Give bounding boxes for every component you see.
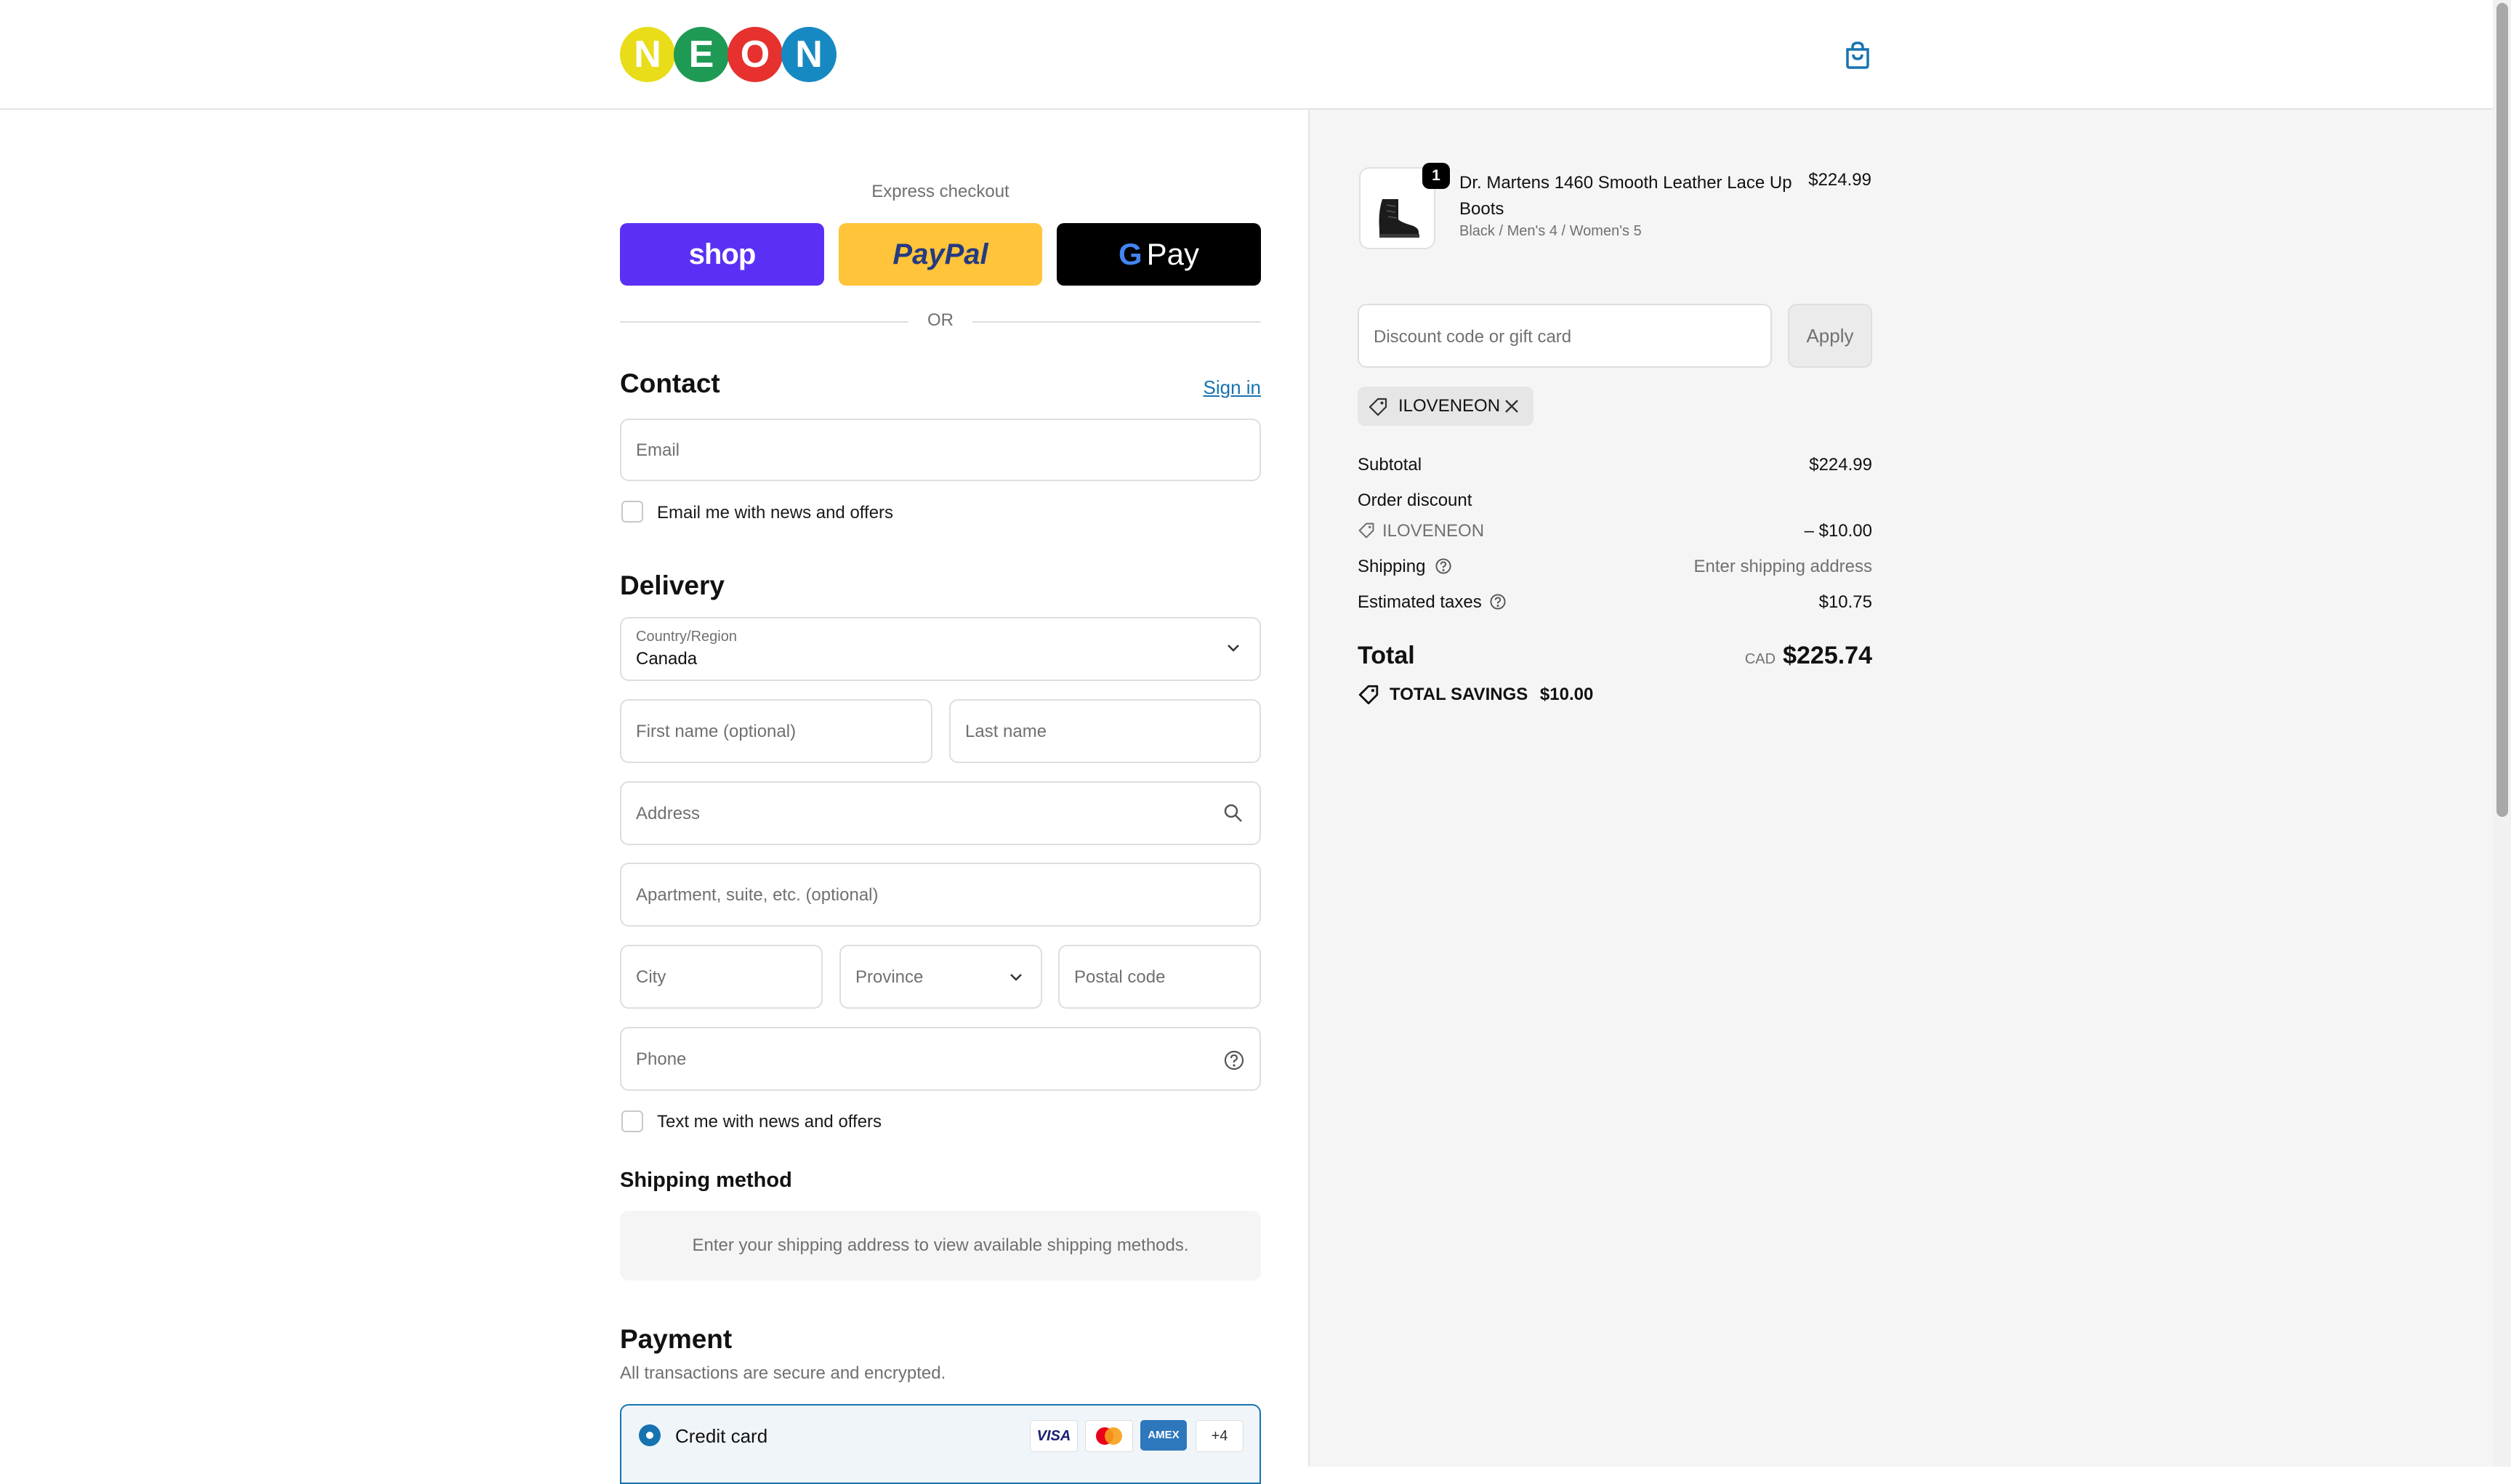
logo-letter: N <box>620 27 675 82</box>
phone-placeholder: Phone <box>636 1049 687 1069</box>
scrollbar-thumb[interactable] <box>2496 3 2508 817</box>
text-news-checkbox[interactable] <box>621 1110 643 1132</box>
currency-code: CAD <box>1744 651 1776 667</box>
taxes-label: Estimated taxes <box>1358 592 1482 612</box>
address-field[interactable]: Address <box>620 781 1261 845</box>
last-name-placeholder: Last name <box>965 722 1047 741</box>
order-discount-label: Order discount <box>1358 491 1472 510</box>
email-placeholder: Email <box>636 440 680 460</box>
postal-code-field[interactable]: Postal code <box>1058 945 1261 1009</box>
credit-card-label: Credit card <box>675 1425 768 1447</box>
total-value-group: CAD $225.74 <box>1654 642 1872 670</box>
amex-icon: AMEX <box>1140 1420 1187 1451</box>
apply-label: Apply <box>1806 325 1854 347</box>
product-name-line1: Dr. Martens 1460 Smooth Leather Lace Up <box>1459 173 1792 193</box>
mastercard-icon <box>1085 1420 1133 1452</box>
last-name-field[interactable]: Last name <box>949 699 1261 763</box>
country-value: Canada <box>636 649 698 669</box>
or-divider-label: OR <box>927 310 954 330</box>
product-name-line2: Boots <box>1459 199 1504 219</box>
product-variant: Black / Men's 4 / Women's 5 <box>1459 223 1642 239</box>
apartment-field[interactable]: Apartment, suite, etc. (optional) <box>620 863 1261 927</box>
text-news-label: Text me with news and offers <box>657 1112 882 1132</box>
credit-card-option[interactable]: Credit card VISA AMEX +4 <box>620 1404 1261 1484</box>
search-icon <box>1223 803 1244 823</box>
email-field[interactable]: Email <box>620 419 1261 481</box>
chevron-down-icon <box>1009 972 1023 983</box>
express-checkout-title: Express checkout <box>871 182 1009 201</box>
subtotal-label: Subtotal <box>1358 455 1422 475</box>
country-select[interactable]: Country/Region Canada <box>620 617 1261 681</box>
shipping-help-icon[interactable] <box>1435 557 1452 575</box>
savings-value: $10.00 <box>1539 685 1594 704</box>
shop-pay-button[interactable]: shop <box>620 223 824 286</box>
divider-left <box>620 321 908 323</box>
remove-discount-close-icon[interactable] <box>1503 398 1520 415</box>
sign-in-link[interactable]: Sign in <box>1163 376 1262 399</box>
subtotal-value: $224.99 <box>1809 455 1872 475</box>
product-name: Dr. Martens 1460 Smooth Leather Lace Up … <box>1459 170 1808 222</box>
shipping-label: Shipping <box>1358 557 1426 576</box>
first-name-placeholder: First name (optional) <box>636 722 797 741</box>
apply-button[interactable]: Apply <box>1788 304 1872 368</box>
applied-code-label: ILOVENEON <box>1398 396 1501 416</box>
discount-value: – $10.00 <box>1804 521 1872 541</box>
google-pay-button[interactable]: G Pay <box>1057 223 1261 286</box>
help-icon[interactable] <box>1223 1049 1245 1071</box>
payment-heading: Payment <box>620 1324 733 1354</box>
city-field[interactable]: City <box>620 945 823 1009</box>
cart-bag-icon[interactable] <box>1845 41 1871 70</box>
tag-icon <box>1368 397 1388 417</box>
shipping-method-notice-text: Enter your shipping address to view avai… <box>692 1235 1189 1255</box>
first-name-field[interactable]: First name (optional) <box>620 699 932 763</box>
paypal-label: PayPal <box>892 238 988 270</box>
savings-tag-icon <box>1358 684 1379 706</box>
logo-letter: E <box>674 27 729 82</box>
country-label: Country/Region <box>636 629 737 645</box>
paypal-button[interactable]: PayPal <box>839 223 1042 286</box>
taxes-help-icon[interactable] <box>1489 593 1507 610</box>
google-pay-label: Pay <box>1146 237 1200 271</box>
payment-subtitle: All transactions are secure and encrypte… <box>620 1363 946 1383</box>
delivery-heading: Delivery <box>620 570 725 600</box>
province-placeholder: Province <box>855 967 924 987</box>
address-placeholder: Address <box>636 804 701 823</box>
visa-icon: VISA <box>1030 1420 1078 1452</box>
discount-code-input[interactable]: Discount code or gift card <box>1358 304 1772 368</box>
contact-heading: Contact <box>620 368 720 398</box>
phone-field[interactable]: Phone <box>620 1027 1261 1091</box>
tag-icon <box>1358 522 1375 539</box>
quantity-badge: 1 <box>1422 163 1450 189</box>
header: N E O N <box>0 0 2493 110</box>
city-placeholder: City <box>636 967 666 987</box>
more-cards-badge: +4 <box>1196 1420 1244 1452</box>
discount-placeholder: Discount code or gift card <box>1374 327 1572 347</box>
apartment-placeholder: Apartment, suite, etc. (optional) <box>636 885 879 905</box>
logo-letter: N <box>781 27 837 82</box>
postal-code-placeholder: Postal code <box>1074 967 1166 987</box>
total-value: $225.74 <box>1783 642 1872 669</box>
discount-code-label: ILOVENEON <box>1382 521 1485 541</box>
applied-discount-tag: ILOVENEON <box>1358 387 1533 426</box>
total-savings: TOTAL SAVINGS $10.00 <box>1390 685 1593 705</box>
divider-right <box>972 321 1261 323</box>
credit-card-radio[interactable] <box>639 1424 661 1446</box>
shipping-method-notice: Enter your shipping address to view avai… <box>620 1211 1261 1281</box>
total-label: Total <box>1358 642 1415 669</box>
shop-pay-label: shop <box>688 238 757 270</box>
province-select[interactable]: Province <box>839 945 1042 1009</box>
logo-letter: O <box>727 27 783 82</box>
shipping-value: Enter shipping address <box>1693 557 1872 576</box>
shipping-method-heading: Shipping method <box>620 1169 792 1192</box>
savings-label: TOTAL SAVINGS <box>1390 685 1528 704</box>
taxes-value: $10.75 <box>1818 592 1872 612</box>
email-news-label: Email me with news and offers <box>657 503 894 523</box>
store-logo[interactable]: N E O N <box>620 0 838 110</box>
chevron-down-icon <box>1226 643 1241 653</box>
product-price: $224.99 <box>1808 170 1871 190</box>
google-g-icon: G <box>1118 237 1142 271</box>
email-news-checkbox[interactable] <box>621 501 643 523</box>
